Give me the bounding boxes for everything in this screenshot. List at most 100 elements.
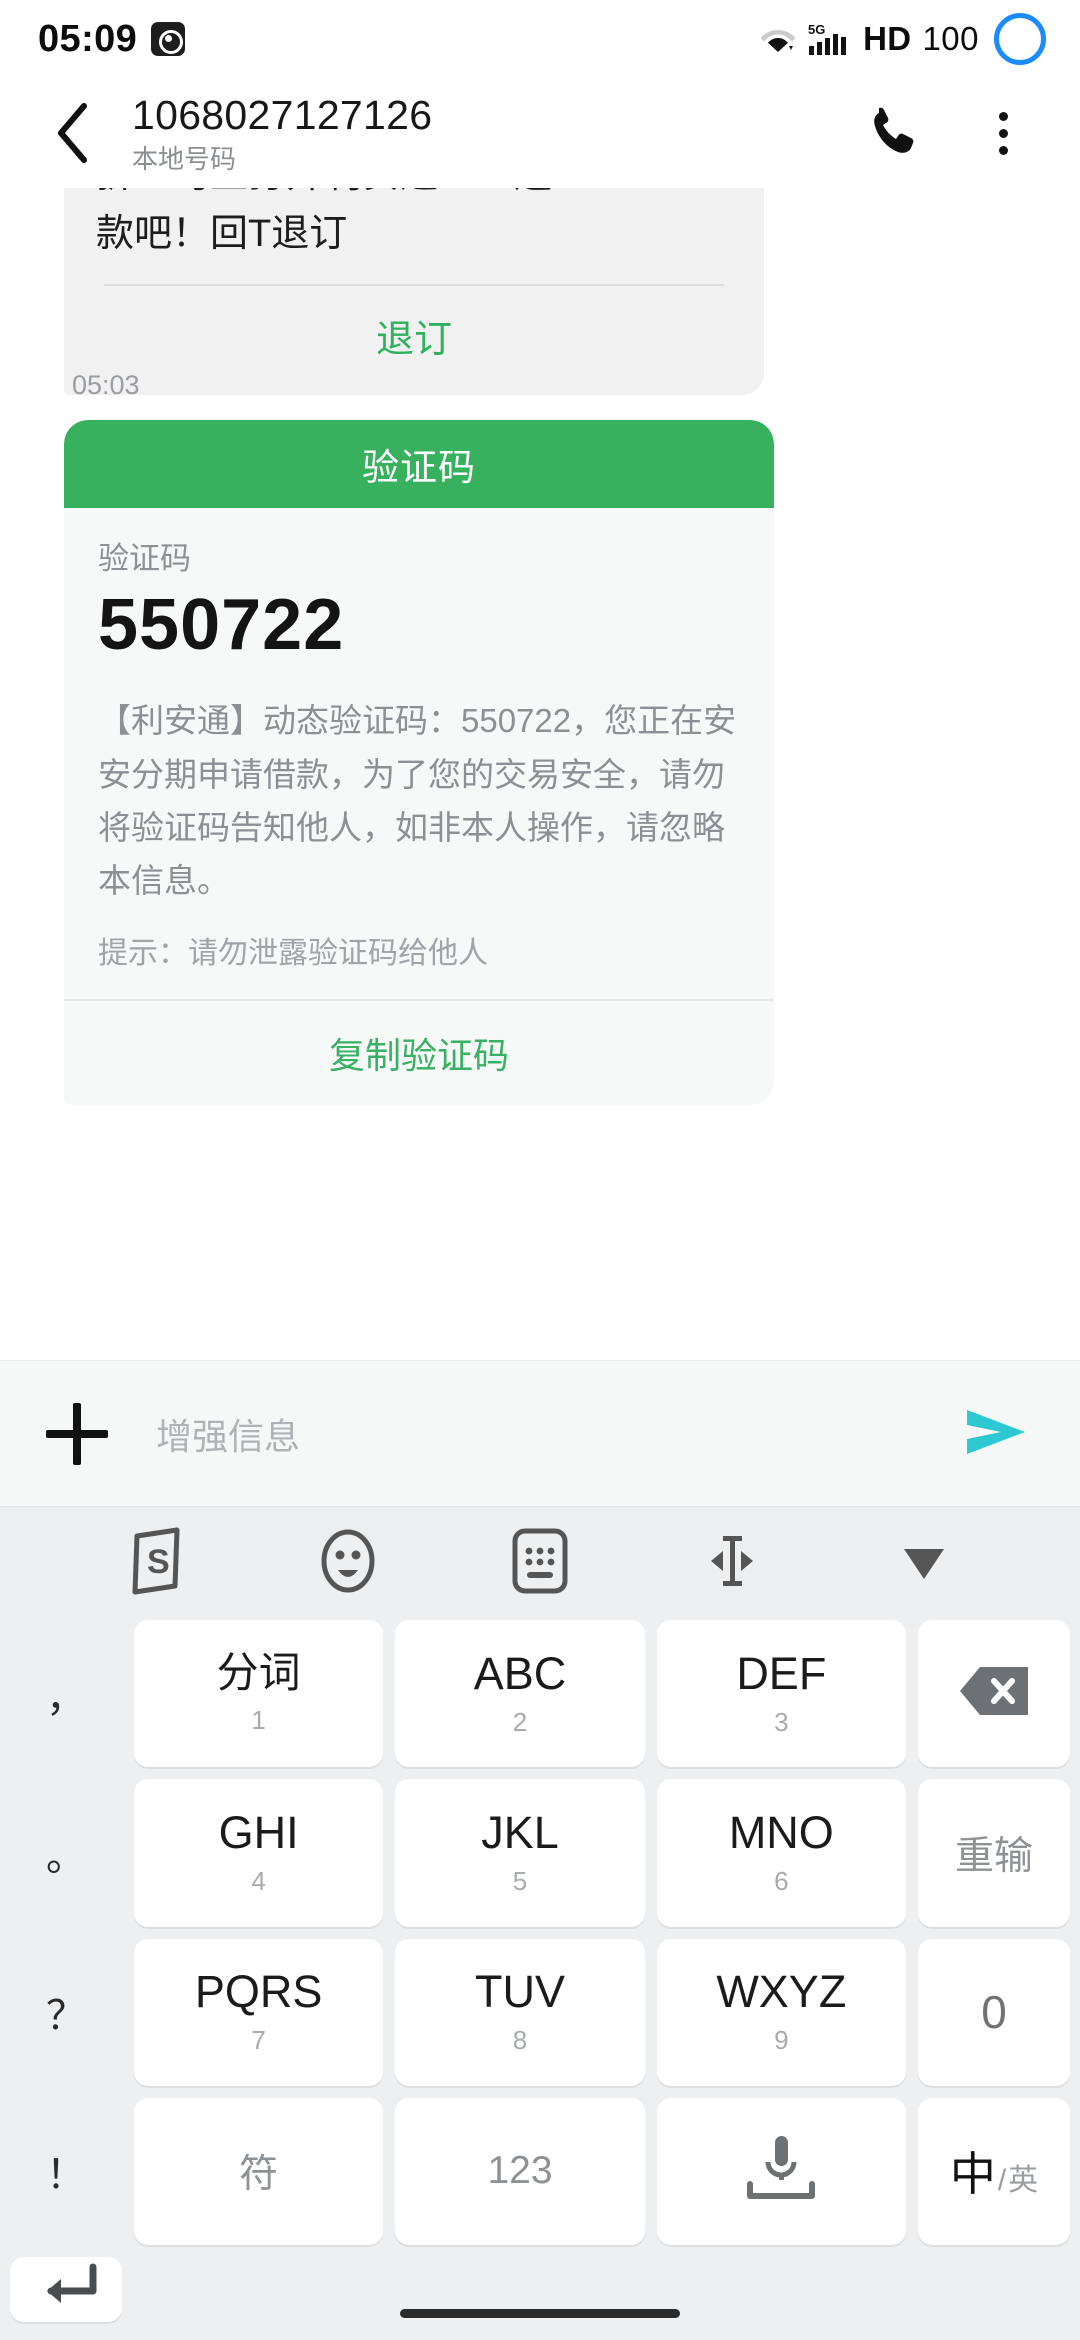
status-bar-left: 05:09	[38, 17, 186, 61]
lang-toggle-label: 中 / 英	[950, 2138, 1038, 2204]
backspace-icon	[956, 1663, 1032, 1724]
conversation-title-block: 1068027127126 本地号码	[132, 92, 864, 174]
key-pqrs[interactable]: PQRS 7	[134, 1938, 384, 2086]
copy-code-button[interactable]: 复制验证码	[64, 1001, 774, 1105]
code-label: 验证码	[98, 541, 191, 576]
unsubscribe-action[interactable]: 退订	[96, 286, 732, 369]
status-bar-right: 5G HD 100	[759, 13, 1046, 65]
key-label: TUV	[474, 1966, 565, 2017]
app-header: 1068027127126 本地号码	[0, 78, 1080, 188]
key-label: MNO	[728, 1806, 834, 1858]
lang-english: 英	[1008, 2164, 1039, 2198]
key-label: ！	[46, 2153, 86, 2198]
overflow-menu-icon[interactable]	[972, 102, 1034, 164]
key-label: 分词	[216, 1649, 301, 1697]
svg-text:S: S	[147, 1543, 170, 1581]
key-enter[interactable]	[10, 2257, 122, 2322]
microphone-icon	[726, 2126, 836, 2217]
key-digit: 9	[774, 2025, 789, 2056]
sogou-logo-icon[interactable]: S	[113, 1518, 199, 1604]
key-digit: 3	[774, 1706, 789, 1737]
card-header: 验证码	[64, 420, 774, 508]
key-question[interactable]: ？	[10, 1939, 122, 2086]
keyboard-toolbar: S	[0, 1506, 1080, 1614]
svg-text:5G: 5G	[808, 22, 825, 37]
key-label: ？	[46, 1994, 86, 2039]
key-abc[interactable]: ABC 2	[395, 1620, 645, 1768]
security-hint: 提示：请勿泄露验证码给他人	[98, 936, 488, 970]
key-space-voice[interactable]	[656, 2097, 906, 2245]
back-button[interactable]	[36, 97, 108, 169]
keyboard-switch-icon[interactable]	[497, 1518, 583, 1604]
key-label: DEF	[736, 1647, 827, 1699]
send-icon[interactable]	[952, 1391, 1038, 1477]
conversation-number: 1068027127126	[132, 92, 433, 139]
key-label: 重输	[954, 1834, 1033, 1878]
home-indicator	[400, 2309, 680, 2318]
message-body-text: 【利安通】动态验证码：550722，您正在安安分期申请借款，为了您的交易安全，请…	[98, 702, 737, 900]
key-label: JKL	[481, 1806, 559, 1858]
wifi-icon	[759, 24, 797, 54]
key-digit: 8	[512, 2025, 528, 2056]
lang-chinese: 中	[949, 2148, 996, 2201]
key-digit: 5	[512, 1866, 528, 1896]
cursor-move-icon[interactable]	[689, 1518, 775, 1604]
status-time: 05:09	[38, 17, 138, 60]
key-def[interactable]: DEF 3	[656, 1620, 906, 1768]
key-label: 0	[981, 1985, 1007, 2038]
message-timestamp: 05:03	[72, 370, 140, 400]
key-mno[interactable]: MNO 6	[656, 1779, 906, 1927]
key-digit: 4	[251, 1866, 266, 1896]
status-bar: 05:09 5G HD 100	[0, 0, 1080, 78]
phone-icon[interactable]	[864, 102, 926, 164]
key-digit: 6	[774, 1866, 789, 1896]
battery-ring-icon	[994, 13, 1046, 65]
key-numbers[interactable]: 123	[395, 2097, 645, 2245]
key-ghi[interactable]: GHI 4	[134, 1779, 384, 1927]
key-label: PQRS	[194, 1966, 323, 2017]
key-label: 。	[46, 1834, 86, 1879]
key-label: GHI	[218, 1806, 299, 1858]
key-label: 123	[487, 2149, 553, 2193]
key-digit: 7	[251, 2025, 266, 2056]
conversation-subtitle: 本地号码	[132, 144, 237, 175]
hide-keyboard-icon[interactable]	[881, 1518, 967, 1604]
key-fenci[interactable]: 分词 1	[134, 1620, 384, 1768]
header-actions	[864, 102, 1034, 164]
verification-code-card[interactable]: 验证码 验证码 550722 【利安通】动态验证码：550722，您正在安安分期…	[64, 420, 774, 1105]
message-input[interactable]: 增强信息	[156, 1408, 952, 1460]
emoji-icon[interactable]	[305, 1518, 391, 1604]
plus-icon[interactable]	[46, 1401, 112, 1467]
key-backspace[interactable]	[917, 1620, 1070, 1768]
weibo-icon	[151, 22, 186, 56]
key-exclaim[interactable]: ！	[10, 2098, 122, 2245]
key-lang-toggle[interactable]: 中 / 英	[917, 2097, 1070, 2245]
message-bubble-promo[interactable]: 折：马上打开利安通APP还 款吧！回T退订 退订	[64, 188, 764, 395]
enter-arrow-icon	[29, 2257, 103, 2322]
card-body: 验证码 550722 【利安通】动态验证码：550722，您正在安安分期申请借款…	[64, 508, 774, 999]
key-zero[interactable]: 0	[917, 1938, 1070, 2086]
signal-bars-icon: 5G	[808, 22, 852, 56]
key-digit: 1	[251, 1705, 266, 1736]
hd-indicator: HD	[863, 20, 912, 57]
key-label: 符	[239, 2153, 279, 2197]
message-input-bar: 增强信息	[0, 1360, 1080, 1506]
key-jkl[interactable]: JKL 5	[395, 1779, 645, 1927]
battery-percent: 100	[922, 20, 979, 57]
key-tuv[interactable]: TUV 8	[395, 1938, 645, 2086]
key-digit: 2	[512, 1706, 528, 1737]
message-thread[interactable]: 折：马上打开利安通APP还 款吧！回T退订 退订 05:03 验证码 验证码 5…	[0, 188, 1080, 1360]
key-comma[interactable]: ，	[10, 1620, 122, 1767]
keypad[interactable]: ， 分词 1 ABC 2 DEF 3 。 GHI 4 JKL 5 MNO 6 重…	[0, 1614, 1080, 2340]
key-wxyz[interactable]: WXYZ 9	[656, 1938, 906, 2086]
key-symbols[interactable]: 符	[134, 2097, 384, 2245]
card-header-label: 验证码	[362, 447, 476, 488]
soft-keyboard[interactable]: S ， 分词 1 ABC 2 DEF 3 。 GHI 4 JKL 5 MNO 6…	[0, 1506, 1080, 2340]
promo-line-2: 款吧！回T退订	[96, 212, 348, 255]
key-redo[interactable]: 重输	[917, 1779, 1070, 1927]
key-label: ，	[46, 1675, 86, 1720]
key-period[interactable]: 。	[10, 1779, 122, 1926]
promo-line-1: 折：马上打开利安通APP还	[96, 188, 732, 205]
key-label: WXYZ	[716, 1966, 847, 2017]
lang-slash: /	[997, 2164, 1007, 2198]
